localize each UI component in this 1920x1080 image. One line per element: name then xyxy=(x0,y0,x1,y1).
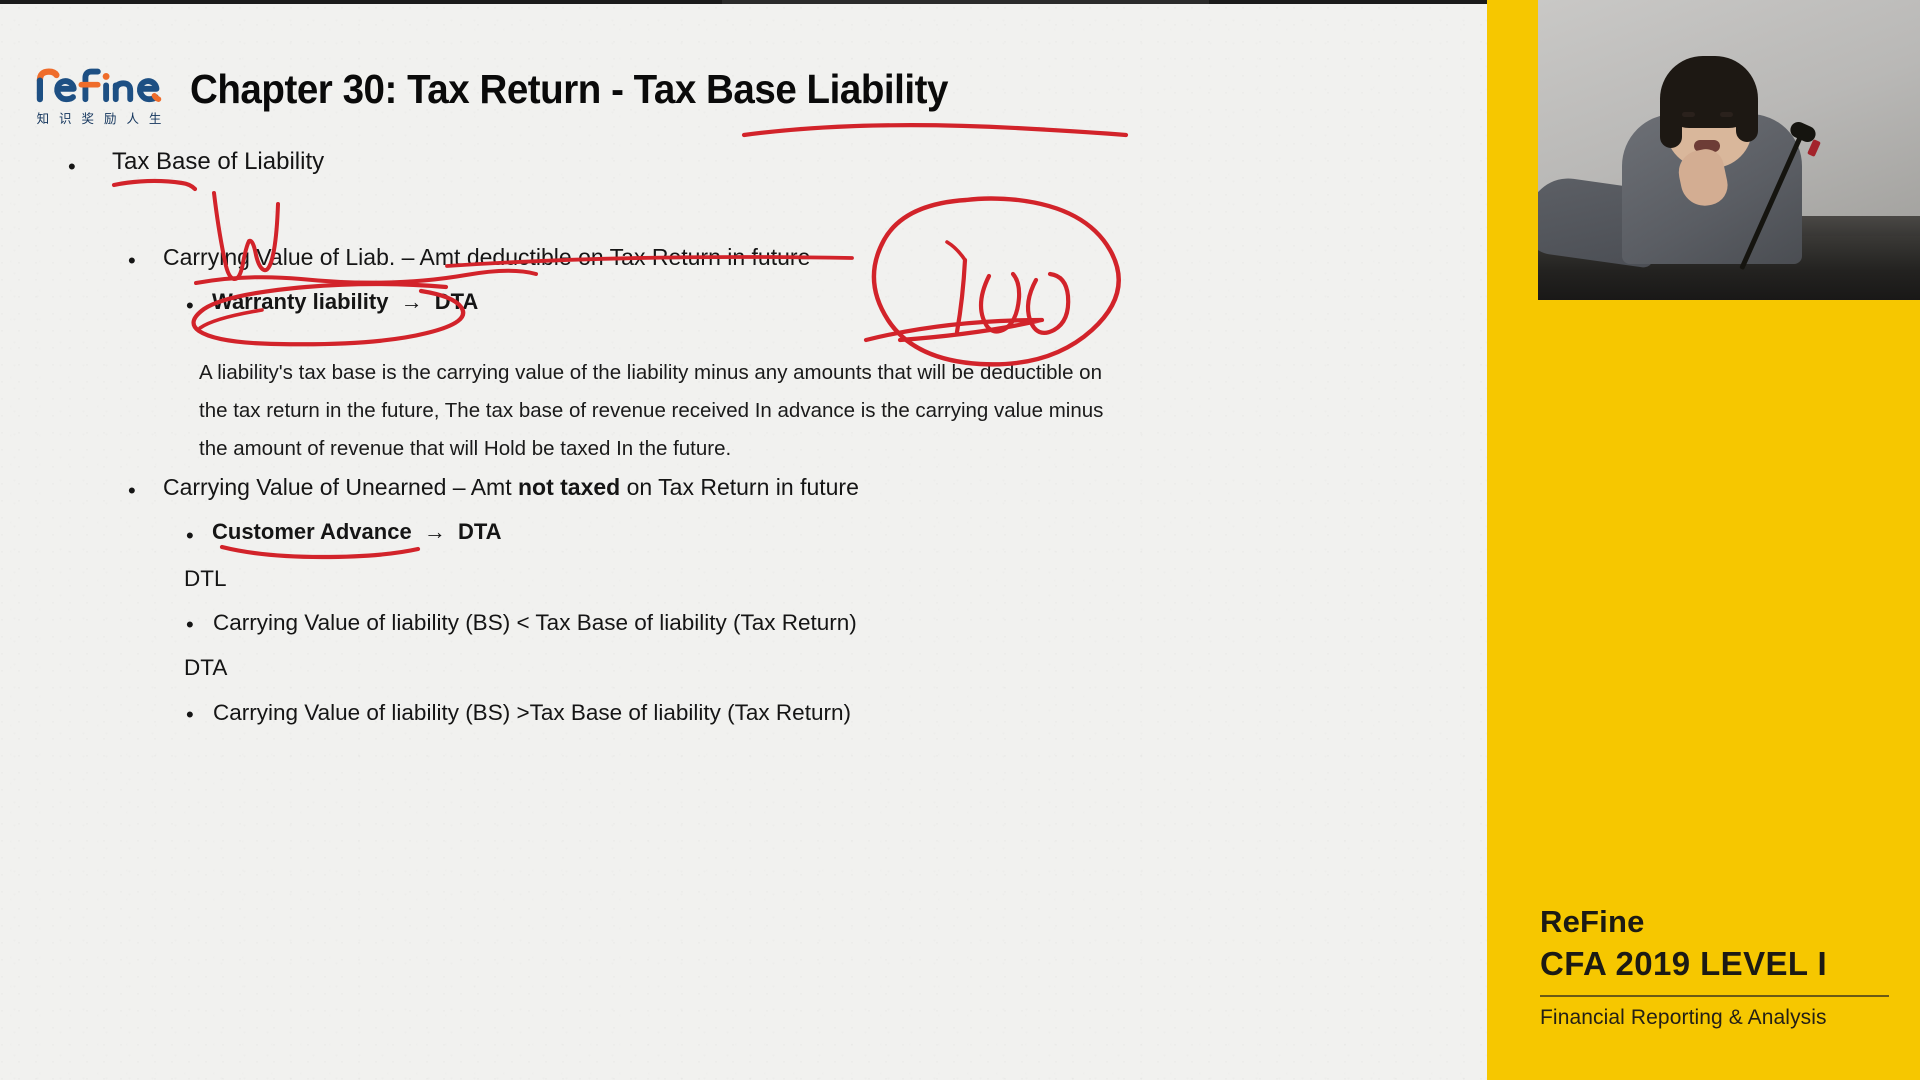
bullet-glyph: • xyxy=(186,293,194,318)
label-unearned-suffix: on Tax Return in future xyxy=(620,474,859,500)
paragraph-line-3: the amount of revenue that will Hold be … xyxy=(199,437,732,460)
text-dtl-condition: Carrying Value of liability (BS) < Tax B… xyxy=(213,610,857,635)
text-carrying-value-of-liab: Carrying Value of Liab. – Amt deductible… xyxy=(163,244,811,270)
label-customer-advance: Customer Advance xyxy=(212,519,412,544)
text-dtl-heading: DTL xyxy=(184,566,227,591)
text-tax-base-of-liability: Tax Base of Liability xyxy=(112,148,325,175)
text-customer-advance-dta: Customer Advance → DTA xyxy=(212,519,502,545)
video-instructor-hair-right xyxy=(1736,92,1758,142)
label-unearned-prefix: Carrying Value of Unearned – Amt xyxy=(163,474,518,500)
slide-body: • Tax Base of Liability • Carrying Value… xyxy=(0,4,1487,1080)
arrow-right-icon: → xyxy=(400,289,423,314)
course-branding-block: ReFine CFA 2019 LEVEL I Financial Report… xyxy=(1540,903,1900,1030)
label-dta: DTA xyxy=(434,289,479,314)
brand-divider xyxy=(1540,995,1889,997)
bullet-glyph: • xyxy=(186,612,194,637)
text-warranty-liability-dta: Warranty liability → DTA xyxy=(212,289,478,315)
video-instructor-eye-right xyxy=(1720,112,1733,117)
instructor-video-feed[interactable] xyxy=(1538,0,1920,300)
label-dta: DTA xyxy=(457,519,502,544)
text-carrying-value-of-unearned: Carrying Value of Unearned – Amt not tax… xyxy=(163,474,859,502)
bullet-glyph: • xyxy=(128,478,136,503)
arrow-right-icon: → xyxy=(423,519,446,544)
screen: 知 识 奖 励 人 生 Chapter 30: Tax Return - Tax… xyxy=(0,0,1920,1080)
text-dta-heading: DTA xyxy=(184,655,228,680)
presentation-slide: 知 识 奖 励 人 生 Chapter 30: Tax Return - Tax… xyxy=(0,4,1487,1080)
bullet-glyph: • xyxy=(68,154,76,179)
video-instructor-hair-left xyxy=(1660,92,1682,148)
label-not-taxed: not taxed xyxy=(517,474,621,500)
bullet-glyph: • xyxy=(186,523,194,548)
paragraph-line-1: A liability's tax base is the carrying v… xyxy=(199,361,1102,384)
text-dta-condition: Carrying Value of liability (BS) >Tax Ba… xyxy=(213,700,851,725)
bullet-glyph: • xyxy=(186,702,194,727)
brand-topic: Financial Reporting & Analysis xyxy=(1540,1005,1827,1029)
label-warranty-liability: Warranty liability xyxy=(212,289,389,314)
bullet-glyph: • xyxy=(128,248,136,273)
brand-course-level: CFA 2019 LEVEL I xyxy=(1540,944,1828,982)
video-instructor-eye-left xyxy=(1682,112,1695,117)
brand-name: ReFine xyxy=(1540,904,1645,939)
paragraph-line-2: the tax return in the future, The tax ba… xyxy=(199,399,1104,422)
